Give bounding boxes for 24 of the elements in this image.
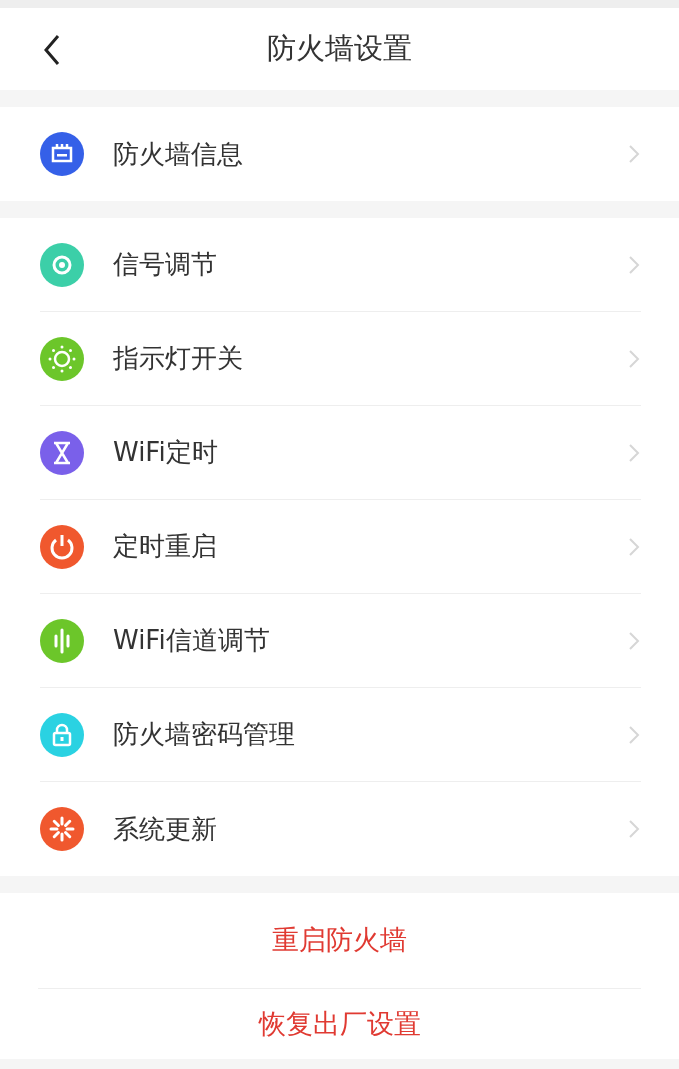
item-label: 系统更新 xyxy=(113,812,217,846)
item-label: WiFi信道调节 xyxy=(113,624,270,657)
chevron-right-icon xyxy=(627,818,641,840)
settings-item[interactable]: 防火墙密码管理 xyxy=(40,688,641,782)
settings-item[interactable]: 指示灯开关 xyxy=(40,312,641,406)
settings-item[interactable]: 系统更新 xyxy=(40,782,641,876)
page-title: 防火墙设置 xyxy=(267,30,412,68)
settings-item[interactable]: WiFi定时 xyxy=(40,406,641,500)
item-label: WiFi定时 xyxy=(113,436,218,469)
chevron-right-icon xyxy=(627,253,641,276)
chevron-right-icon xyxy=(627,535,641,558)
settings-item[interactable]: WiFi信道调节 xyxy=(40,594,641,688)
settings-item[interactable]: 信号调节 xyxy=(40,218,641,312)
chevron-right-icon xyxy=(627,723,641,746)
item-label: 定时重启 xyxy=(113,530,217,563)
item-label: 信号调节 xyxy=(113,248,217,281)
chevron-right-icon xyxy=(627,143,641,165)
item-label: 指示灯开关 xyxy=(113,342,243,375)
chevron-right-icon xyxy=(627,629,641,652)
settings-item[interactable]: 定时重启 xyxy=(40,500,641,594)
chevron-right-icon xyxy=(627,347,641,370)
item-label: 防火墙密码管理 xyxy=(113,718,295,751)
item-label: 防火墙信息 xyxy=(113,137,243,171)
chevron-right-icon xyxy=(627,441,641,464)
